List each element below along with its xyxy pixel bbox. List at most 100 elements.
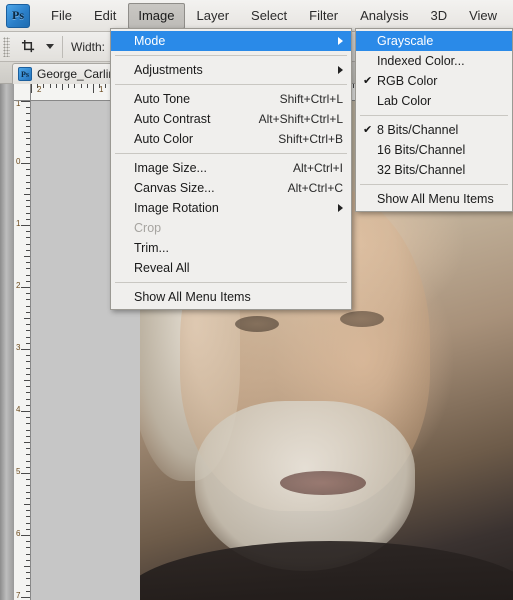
ruler-tick (24, 256, 30, 257)
ruler-tick (26, 156, 30, 158)
menu-layer[interactable]: Layer (187, 3, 240, 29)
ruler-tick (55, 84, 57, 88)
menu-3d[interactable]: 3D (420, 3, 457, 29)
menu-item-adjustments[interactable]: Adjustments (111, 60, 351, 80)
tool-preset-chevron-down-icon[interactable] (46, 44, 54, 49)
menu-item-label: Show All Menu Items (377, 192, 494, 206)
menu-image[interactable]: Image (128, 2, 185, 29)
menu-item-label: Grayscale (377, 34, 434, 48)
ruler-tick (26, 361, 30, 363)
ruler-tick (24, 318, 30, 319)
menu-item-shortcut: Alt+Ctrl+C (287, 181, 343, 195)
ruler-tick (26, 590, 30, 592)
checkmark-icon: ✔ (363, 75, 373, 87)
ruler-tick (26, 578, 30, 580)
ruler-tick (26, 218, 30, 220)
chevron-right-icon (338, 37, 343, 45)
menu-item-16-bits-channel[interactable]: 16 Bits/Channel (356, 140, 512, 160)
menu-item-lab-color[interactable]: Lab Color (356, 91, 512, 111)
ruler-tick (26, 572, 30, 574)
menu-item-shortcut: Shift+Ctrl+B (278, 132, 343, 146)
document-tab-title: George_Carlin_ (37, 67, 122, 81)
menu-item-auto-tone[interactable]: Auto Tone Shift+Ctrl+L (111, 89, 351, 109)
chevron-right-icon (338, 66, 343, 74)
menu-item-show-all-menu-items[interactable]: Show All Menu Items (356, 189, 512, 209)
ruler-tick (26, 392, 30, 394)
menu-item-shortcut: Alt+Ctrl+I (292, 161, 343, 175)
menu-item-label: RGB Color (377, 74, 438, 88)
ruler-tick (21, 225, 30, 226)
ruler-tick (21, 163, 30, 164)
menu-item-shortcut: Alt+Shift+Ctrl+L (258, 112, 343, 126)
ruler-tick (26, 187, 30, 189)
ruler-tick (26, 280, 30, 282)
menu-item-image-size[interactable]: Image Size... Alt+Ctrl+I (111, 158, 351, 178)
menu-item-trim[interactable]: Trim... (111, 238, 351, 258)
menu-item-canvas-size[interactable]: Canvas Size... Alt+Ctrl+C (111, 178, 351, 198)
chevron-right-icon (338, 204, 343, 212)
image-mouth (280, 471, 366, 495)
menu-file[interactable]: File (41, 3, 82, 29)
ruler-tick (26, 144, 30, 146)
options-bar-grip[interactable] (3, 36, 10, 57)
ruler-tick (26, 336, 30, 338)
menu-item-label: Lab Color (377, 94, 432, 108)
vertical-ruler[interactable]: 1012345678 (14, 101, 31, 600)
ruler-tick (26, 200, 30, 202)
menu-item-image-rotation[interactable]: Image Rotation (111, 198, 351, 218)
ruler-tick (43, 84, 45, 88)
menu-item-label: 8 Bits/Channel (377, 123, 459, 137)
ruler-corner (14, 84, 31, 101)
ruler-tick (26, 231, 30, 233)
menu-item-reveal-all[interactable]: Reveal All (111, 258, 351, 278)
menu-window[interactable]: Window (509, 3, 513, 29)
ruler-tick (26, 510, 30, 512)
menu-item-mode[interactable]: Mode (111, 31, 351, 51)
ruler-tick (26, 206, 30, 208)
menu-item-rgb-color[interactable]: ✔ RGB Color (356, 71, 512, 91)
menu-analysis[interactable]: Analysis (350, 3, 418, 29)
menu-item-indexed-color[interactable]: Indexed Color... (356, 51, 512, 71)
menu-filter[interactable]: Filter (299, 3, 348, 29)
ruler-tick (26, 373, 30, 375)
ruler-label: 2 (16, 281, 21, 290)
ruler-label: 2 (37, 85, 42, 94)
ruler-tick (105, 84, 107, 88)
ruler-tick (24, 504, 30, 505)
ruler-tick (26, 541, 30, 543)
ruler-label: 3 (16, 343, 21, 352)
menu-item-8-bits-channel[interactable]: ✔ 8 Bits/Channel (356, 120, 512, 140)
image-menu-dropdown[interactable]: Mode Adjustments Auto Tone Shift+Ctrl+L Auto… (110, 28, 352, 310)
menu-select[interactable]: Select (241, 3, 297, 29)
menu-item-32-bits-channel[interactable]: 32 Bits/Channel (356, 160, 512, 180)
ruler-tick (21, 349, 30, 350)
menu-item-show-all-menu-items[interactable]: Show All Menu Items (111, 287, 351, 307)
ruler-tick (21, 101, 30, 102)
menu-separator (115, 153, 347, 154)
ruler-tick (68, 84, 70, 88)
ruler-label: 5 (16, 467, 21, 476)
ruler-tick (49, 84, 51, 88)
ruler-tick (26, 175, 30, 177)
ruler-tick (26, 479, 30, 481)
menu-item-auto-contrast[interactable]: Auto Contrast Alt+Shift+Ctrl+L (111, 109, 351, 129)
ruler-tick (26, 150, 30, 152)
menu-edit[interactable]: Edit (84, 3, 126, 29)
image-shoulder (140, 541, 513, 600)
photoshop-doc-icon: Ps (18, 67, 32, 81)
ruler-tick (26, 522, 30, 524)
ruler-tick (26, 299, 30, 301)
menu-item-grayscale[interactable]: Grayscale (356, 31, 512, 51)
mode-submenu[interactable]: Grayscale Indexed Color... ✔ RGB Color Lab C… (355, 28, 513, 212)
menu-item-auto-color[interactable]: Auto Color Shift+Ctrl+B (111, 129, 351, 149)
ruler-tick (24, 132, 30, 133)
menu-separator (360, 184, 508, 185)
ruler-tick (26, 107, 30, 109)
ruler-tick (21, 411, 30, 412)
ruler-label: 1 (16, 101, 21, 108)
width-label: Width: (71, 39, 106, 54)
menu-item-label: Trim... (134, 241, 169, 255)
menu-item-label: Mode (134, 34, 166, 48)
menu-view[interactable]: View (459, 3, 507, 29)
crop-tool-icon[interactable] (14, 35, 42, 59)
